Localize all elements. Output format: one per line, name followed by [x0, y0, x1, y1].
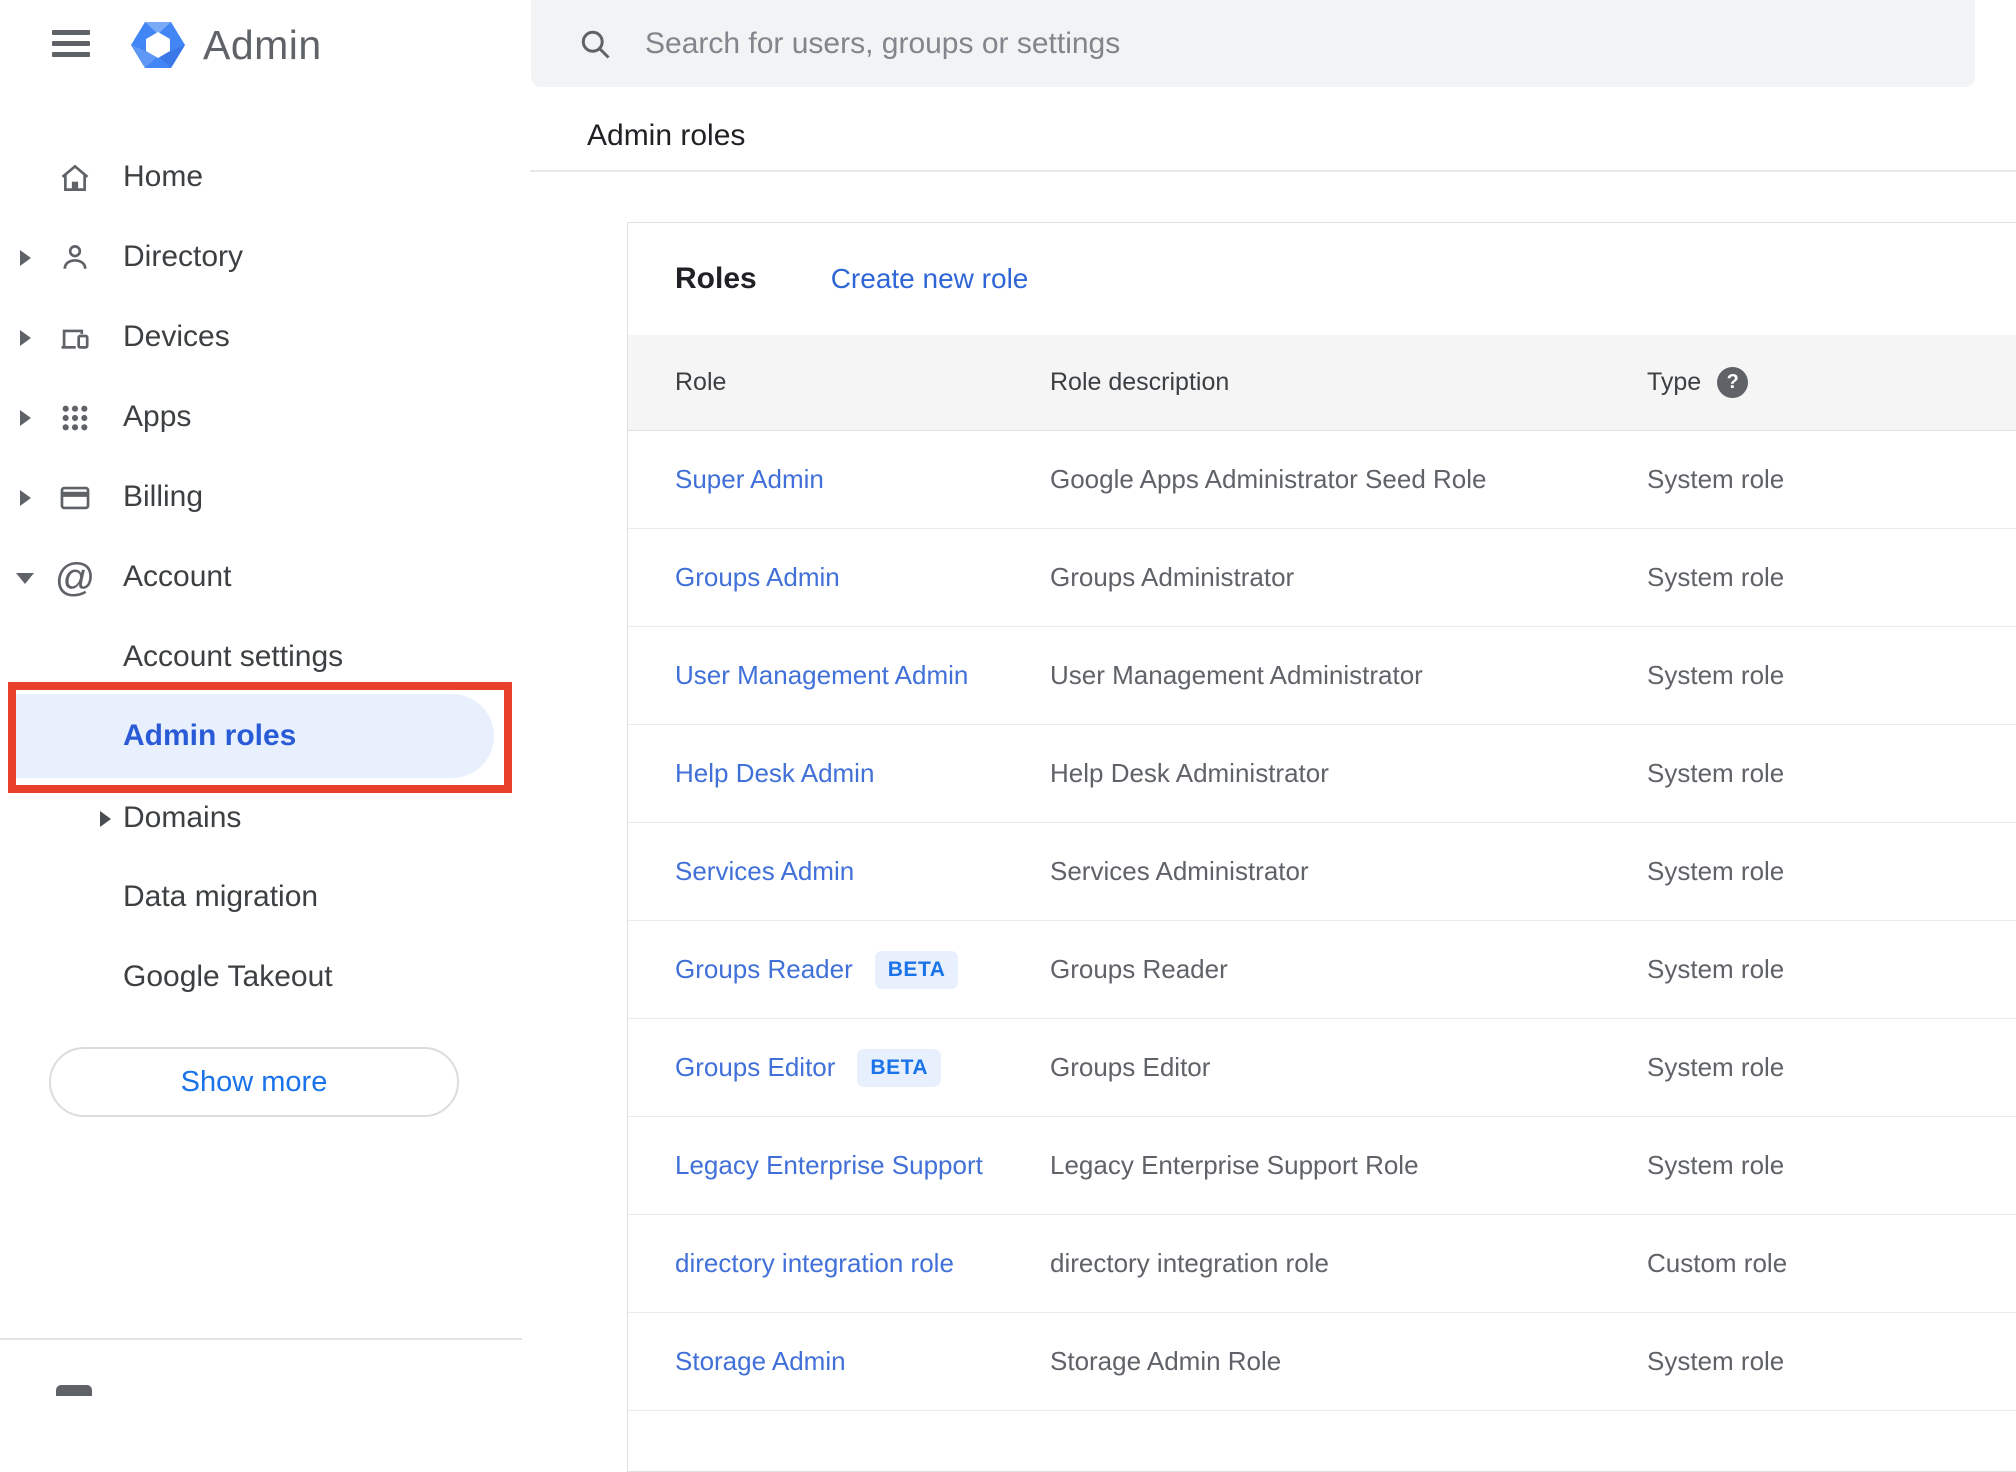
devices-icon [57, 321, 93, 355]
sidebar-item-label: Account settings [123, 640, 344, 673]
role-type: System role [1647, 1346, 1785, 1376]
role-type: System role [1647, 464, 1785, 494]
chevron-down-icon [16, 573, 34, 584]
sidebar-item-devices[interactable]: Devices [0, 297, 531, 377]
chevron-right-icon [100, 811, 111, 827]
table-row[interactable]: Storage Admin Storage Admin Role System … [628, 1313, 2016, 1411]
sidebar-item-google-takeout[interactable]: Google Takeout [0, 937, 531, 1017]
person-icon [57, 241, 93, 275]
card-header: Roles Create new role [628, 223, 2016, 335]
create-new-role-link[interactable]: Create new role [831, 263, 1029, 295]
sidebar-item-data-migration[interactable]: Data migration [0, 857, 531, 937]
role-link[interactable]: Legacy Enterprise Support [675, 1150, 983, 1180]
chevron-right-icon [20, 490, 31, 506]
beta-badge: BETA [857, 1048, 942, 1087]
role-link[interactable]: Groups Reader [675, 954, 853, 984]
roles-card: Roles Create new role Role Role descript… [627, 222, 2016, 1472]
hamburger-menu-icon[interactable] [52, 30, 90, 57]
sidebar-item-label: Directory [123, 240, 244, 273]
role-description: Legacy Enterprise Support Role [1050, 1150, 1419, 1180]
table-row[interactable]: directory integration role directory int… [628, 1215, 2016, 1313]
table-row[interactable]: Groups Admin Groups Administrator System… [628, 529, 2016, 627]
role-type: Custom role [1647, 1248, 1788, 1278]
at-sign-icon: @ [54, 555, 96, 600]
sidebar-item-label: Account [123, 560, 232, 593]
help-icon[interactable]: ? [1717, 367, 1749, 398]
chevron-right-icon [20, 250, 31, 266]
role-type: System role [1647, 856, 1785, 886]
header-divider [530, 170, 2016, 172]
breadcrumb: Admin roles [587, 119, 746, 152]
table-row[interactable]: Services Admin Services Administrator Sy… [628, 823, 2016, 921]
sidebar-item-label: Home [123, 160, 204, 193]
sidebar-item-domains[interactable]: Domains [0, 778, 531, 858]
role-type: System role [1647, 1150, 1785, 1180]
column-header-type: Type ? [1647, 367, 2016, 398]
admin-console: Admin Home Directory Devices Apps Billin… [0, 0, 2016, 1472]
sidebar-item-admin-roles[interactable]: Admin roles [16, 694, 494, 778]
role-description: Groups Reader [1050, 954, 1228, 984]
chevron-right-icon [20, 410, 31, 426]
role-link[interactable]: Help Desk Admin [675, 758, 874, 788]
role-description: Services Administrator [1050, 856, 1309, 886]
column-header-role: Role [675, 368, 727, 396]
role-link[interactable]: Super Admin [675, 464, 824, 494]
role-description: Groups Editor [1050, 1052, 1211, 1082]
sidebar: Admin Home Directory Devices Apps Billin… [0, 0, 531, 1396]
sidebar-item-apps[interactable]: Apps [0, 377, 531, 457]
sidebar-item-label: Devices [123, 320, 230, 353]
app-title: Admin [203, 22, 322, 68]
role-type: System role [1647, 562, 1785, 592]
role-description: Help Desk Administrator [1050, 758, 1329, 788]
role-link[interactable]: directory integration role [675, 1248, 954, 1278]
sidebar-item-account-settings[interactable]: Account settings [0, 617, 531, 697]
table-row[interactable]: Legacy Enterprise Support Legacy Enterpr… [628, 1117, 2016, 1215]
role-link[interactable]: Storage Admin [675, 1346, 846, 1376]
partial-sidebar-icon [56, 1385, 92, 1396]
table-row[interactable]: User Management Admin User Management Ad… [628, 627, 2016, 725]
search-input[interactable] [645, 0, 1925, 87]
role-type: System role [1647, 1052, 1785, 1082]
sidebar-item-label: Admin roles [123, 719, 297, 752]
table-row[interactable]: Groups Editor BETA Groups Editor System r… [628, 1019, 2016, 1117]
sidebar-item-home[interactable]: Home [0, 137, 531, 217]
role-description: User Management Administrator [1050, 660, 1423, 690]
column-header-description: Role description [1050, 368, 1230, 396]
role-type: System role [1647, 660, 1785, 690]
table-row[interactable]: Groups Reader BETA Groups Reader System r… [628, 921, 2016, 1019]
sidebar-item-label: Data migration [123, 880, 319, 913]
sidebar-item-label: Billing [123, 480, 204, 513]
home-icon [57, 161, 93, 195]
role-link[interactable]: Groups Editor [675, 1052, 835, 1082]
apps-grid-icon [57, 401, 93, 435]
sidebar-item-account[interactable]: @ Account [0, 537, 531, 617]
show-more-button[interactable]: Show more [49, 1047, 459, 1117]
credit-card-icon [57, 481, 93, 515]
sidebar-item-label: Google Takeout [123, 960, 333, 993]
role-link[interactable]: User Management Admin [675, 660, 968, 690]
sidebar-item-label: Apps [123, 400, 192, 433]
role-description: directory integration role [1050, 1248, 1329, 1278]
search-bar [531, 0, 1975, 87]
sidebar-item-billing[interactable]: Billing [0, 457, 531, 537]
search-icon [577, 26, 613, 62]
role-description: Storage Admin Role [1050, 1346, 1282, 1376]
sidebar-item-directory[interactable]: Directory [0, 217, 531, 297]
sidebar-item-label: Domains [123, 801, 242, 834]
admin-logo-icon [129, 16, 187, 74]
table-row[interactable]: Help Desk Admin Help Desk Administrator … [628, 725, 2016, 823]
beta-badge: BETA [874, 950, 959, 989]
role-description: Groups Administrator [1050, 562, 1295, 592]
role-type: System role [1647, 758, 1785, 788]
sidebar-bottom-divider [0, 1338, 522, 1340]
table-row[interactable]: Super Admin Google Apps Administrator Se… [628, 431, 2016, 529]
role-link[interactable]: Services Admin [675, 856, 854, 886]
chevron-right-icon [20, 330, 31, 346]
column-header-type-label: Type [1647, 368, 1702, 396]
role-description: Google Apps Administrator Seed Role [1050, 464, 1487, 494]
table-header-row: Role Role description Type ? [628, 335, 2016, 431]
role-type: System role [1647, 954, 1785, 984]
card-title: Roles [675, 262, 757, 295]
role-link[interactable]: Groups Admin [675, 562, 840, 592]
